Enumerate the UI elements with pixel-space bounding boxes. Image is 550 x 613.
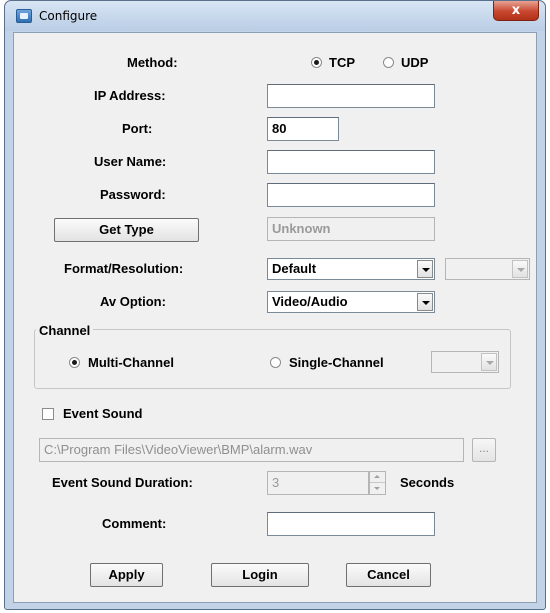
- channel-group-title: Channel: [36, 323, 94, 338]
- method-radio-udp[interactable]: [383, 57, 394, 68]
- app-icon: [16, 9, 32, 23]
- device-type-field: Unknown: [267, 217, 435, 241]
- av-option-select[interactable]: Video/Audio: [267, 291, 435, 313]
- method-radio-tcp[interactable]: [311, 57, 322, 68]
- single-channel-label: Single-Channel: [289, 355, 384, 370]
- method-label: Method:: [127, 55, 178, 70]
- apply-button[interactable]: Apply: [90, 563, 163, 587]
- event-sound-duration-label: Event Sound Duration:: [52, 475, 193, 490]
- browse-button: ...: [472, 438, 496, 462]
- login-button[interactable]: Login: [211, 563, 309, 587]
- duration-unit-label: Seconds: [400, 475, 455, 490]
- comment-label: Comment:: [102, 516, 167, 531]
- chevron-down-icon: [512, 260, 528, 278]
- method-udp-label: UDP: [401, 55, 429, 70]
- get-type-button[interactable]: Get Type: [54, 218, 199, 242]
- event-sound-file-path: C:\Program Files\VideoViewer\BMP\alarm.w…: [39, 438, 464, 462]
- multi-channel-radio[interactable]: [69, 357, 80, 368]
- cancel-button[interactable]: Cancel: [346, 563, 431, 587]
- ip-address-input[interactable]: [267, 84, 435, 108]
- port-input[interactable]: 80: [267, 117, 339, 141]
- configure-dialog: Configure x Method: TCP UDP IP Address: …: [4, 0, 546, 610]
- close-button[interactable]: x: [493, 1, 539, 21]
- method-tcp-label: TCP: [329, 55, 355, 70]
- window-title: Configure: [39, 9, 98, 23]
- user-name-input[interactable]: [267, 150, 435, 174]
- event-sound-duration-input: 3: [267, 471, 369, 495]
- dialog-body: Method: TCP UDP IP Address: Port: 80 Use…: [13, 32, 537, 603]
- format-resolution-value: Default: [272, 261, 317, 276]
- event-sound-label: Event Sound: [63, 406, 143, 421]
- av-option-label: Av Option:: [100, 294, 166, 309]
- single-channel-radio[interactable]: [270, 357, 281, 368]
- spin-up-icon: [370, 472, 385, 483]
- password-label: Password:: [100, 187, 166, 202]
- comment-input[interactable]: [267, 512, 435, 536]
- user-name-label: User Name:: [94, 154, 167, 169]
- port-label: Port:: [122, 121, 153, 136]
- format-resolution-label: Format/Resolution:: [64, 261, 184, 276]
- ip-address-label: IP Address:: [94, 88, 166, 103]
- resolution-secondary-select: [445, 258, 530, 280]
- title-bar[interactable]: Configure x: [5, 1, 545, 31]
- event-sound-checkbox[interactable]: [42, 408, 54, 420]
- password-input[interactable]: [267, 183, 435, 207]
- chevron-down-icon[interactable]: [417, 260, 433, 278]
- chevron-down-icon[interactable]: [417, 293, 433, 311]
- spin-down-icon: [370, 483, 385, 494]
- format-resolution-select[interactable]: Default: [267, 258, 435, 280]
- chevron-down-icon: [481, 353, 497, 371]
- duration-spinner: [369, 471, 386, 495]
- single-channel-select: [431, 351, 499, 373]
- av-option-value: Video/Audio: [272, 294, 348, 309]
- multi-channel-label: Multi-Channel: [88, 355, 174, 370]
